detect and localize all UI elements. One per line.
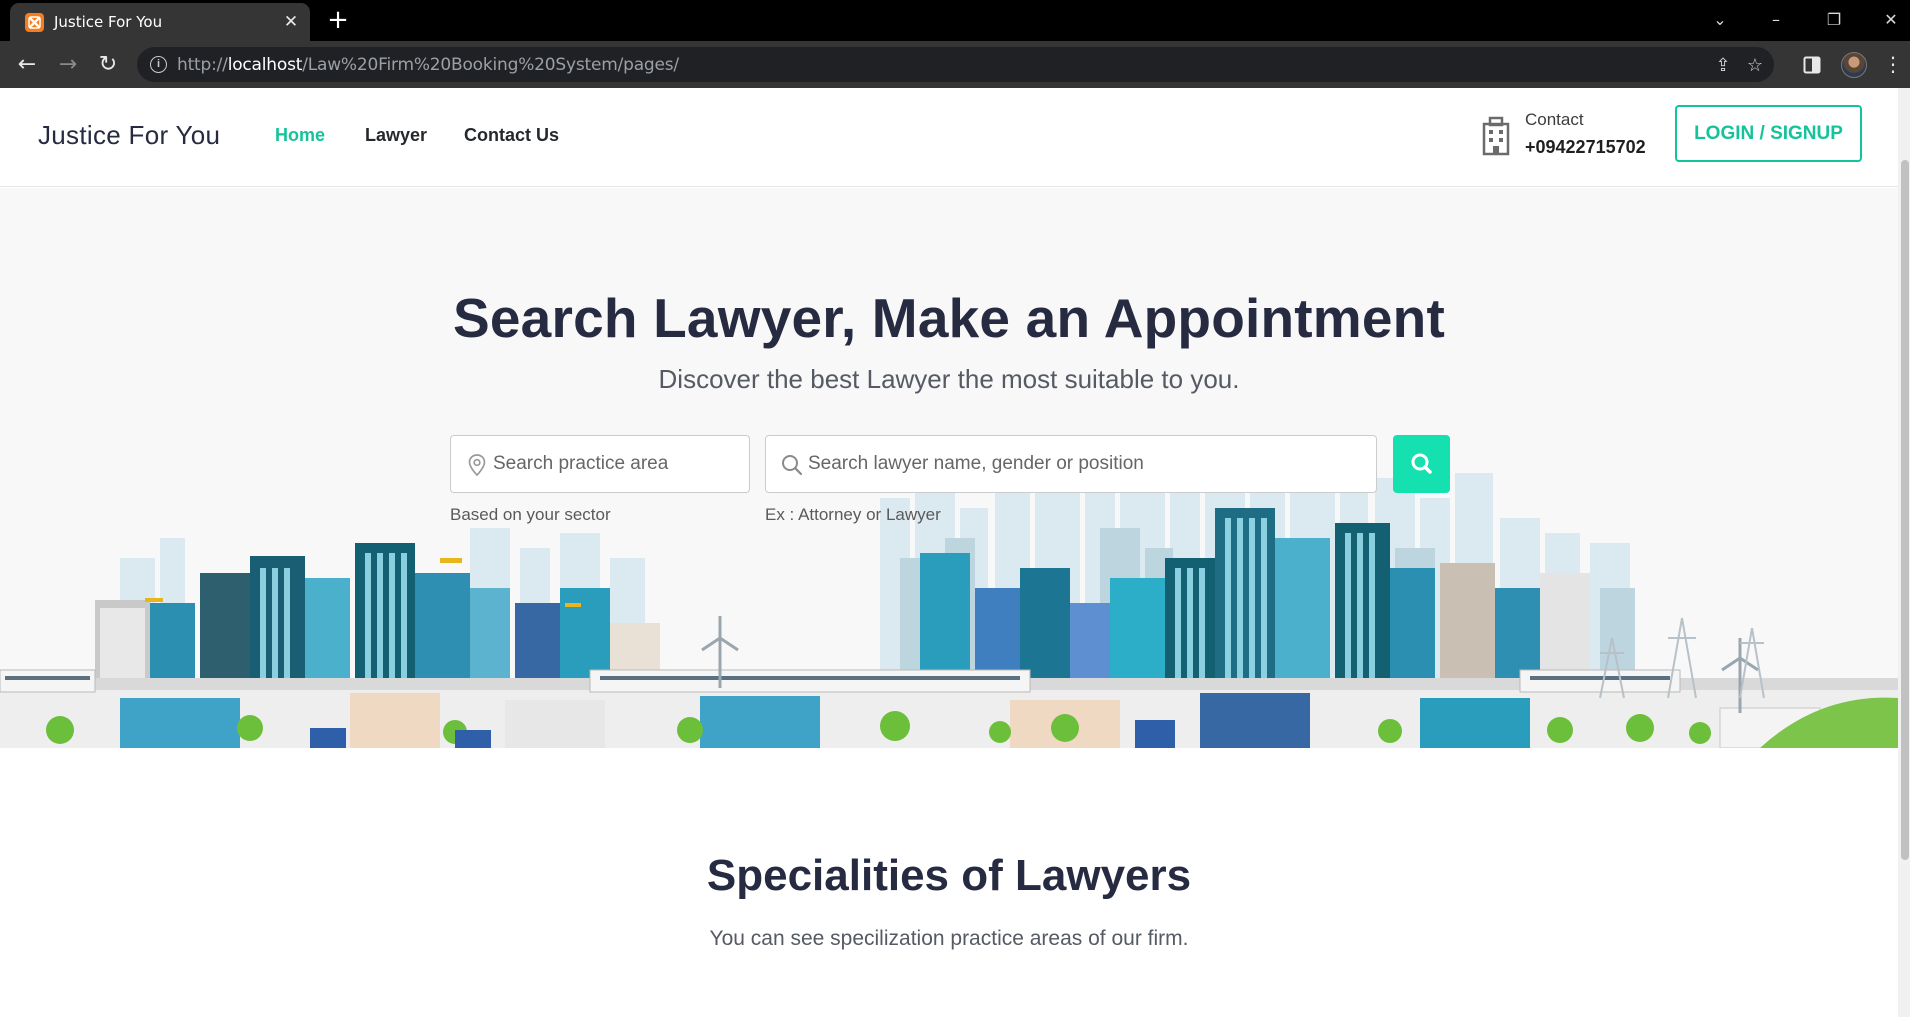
nav-contact-us[interactable]: Contact Us	[464, 125, 559, 146]
browser-tab-strip: Justice For You ✕ + ⌄ – ❐ ✕	[0, 0, 1910, 41]
location-pin-icon	[465, 453, 489, 477]
scrollbar-thumb[interactable]	[1901, 160, 1909, 860]
practice-area-field[interactable]	[450, 435, 750, 493]
contact-phone[interactable]: +09422715702	[1525, 137, 1646, 158]
nav-lawyer[interactable]: Lawyer	[365, 125, 427, 146]
forward-icon[interactable]: →	[54, 51, 82, 79]
specialities-title: Specialities of Lawyers	[706, 851, 1192, 900]
tab-title: Justice For You	[54, 13, 163, 31]
xampp-favicon-icon	[25, 13, 44, 32]
hero-subtitle: Discover the best Lawyer the most suitab…	[658, 364, 1240, 394]
lawyer-search-hint: Ex : Attorney or Lawyer	[765, 505, 941, 524]
building-icon	[1479, 116, 1513, 156]
lawyer-search-input[interactable]	[808, 437, 1368, 491]
hero-section: Search Lawyer, Make an Appointment Disco…	[0, 188, 1898, 748]
practice-area-hint: Based on your sector	[450, 505, 611, 524]
address-bar[interactable]: i http://localhost/Law%20Firm%20Booking%…	[137, 47, 1774, 82]
tab-close-icon[interactable]: ✕	[280, 11, 302, 33]
nav-home[interactable]: Home	[275, 125, 325, 146]
site-header: Justice For You Home Lawyer Contact Us C…	[0, 88, 1898, 187]
lawyer-search-field[interactable]	[765, 435, 1377, 493]
bookmark-star-icon[interactable]: ☆	[1744, 54, 1766, 76]
browser-toolbar: ← → ↻ i http://localhost/Law%20Firm%20Bo…	[0, 41, 1910, 88]
back-icon[interactable]: ←	[13, 51, 41, 79]
login-signup-button[interactable]: LOGIN / SIGNUP	[1675, 105, 1862, 162]
minimize-icon[interactable]: –	[1761, 6, 1791, 34]
browser-tab[interactable]: Justice For You ✕	[10, 3, 310, 41]
new-tab-icon[interactable]: +	[326, 7, 350, 33]
search-button[interactable]	[1393, 435, 1450, 493]
tab-search-chevron-icon[interactable]: ⌄	[1705, 6, 1735, 34]
practice-area-input[interactable]	[493, 437, 743, 491]
search-button-icon	[1411, 453, 1432, 474]
url-text[interactable]: http://localhost/Law%20Firm%20Booking%20…	[177, 55, 679, 75]
more-menu-icon[interactable]: ⋮	[1879, 51, 1907, 79]
side-panel-icon[interactable]	[1798, 51, 1826, 79]
specialities-subtitle: You can see specilization practice areas…	[709, 927, 1189, 950]
reload-icon[interactable]: ↻	[94, 51, 122, 79]
brand-logo[interactable]: Justice For You	[38, 120, 220, 151]
web-page: Justice For You Home Lawyer Contact Us C…	[0, 88, 1898, 1017]
share-icon[interactable]: ⇪	[1712, 54, 1734, 76]
search-icon	[780, 453, 804, 477]
site-info-icon[interactable]: i	[150, 56, 167, 73]
hero-title: Search Lawyer, Make an Appointment	[453, 287, 1445, 349]
restore-icon[interactable]: ❐	[1819, 6, 1849, 34]
profile-avatar[interactable]	[1841, 52, 1867, 78]
window-close-icon[interactable]: ✕	[1876, 6, 1906, 34]
contact-label: Contact	[1525, 110, 1584, 129]
